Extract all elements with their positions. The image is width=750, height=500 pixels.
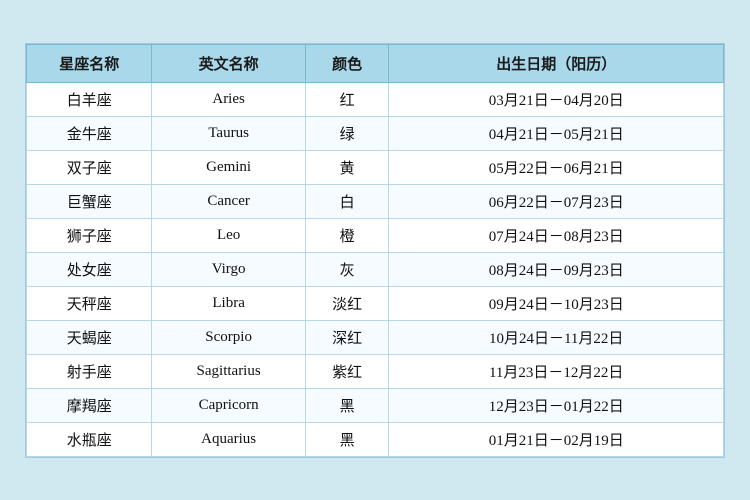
cell-color: 橙 xyxy=(305,218,389,252)
cell-date: 10月24日－11月22日 xyxy=(389,320,724,354)
header-zh-name: 星座名称 xyxy=(27,44,152,82)
table-row: 摩羯座Capricorn黑12月23日－01月22日 xyxy=(27,388,724,422)
cell-date: 08月24日－09月23日 xyxy=(389,252,724,286)
table-row: 双子座Gemini黄05月22日－06月21日 xyxy=(27,150,724,184)
header-color: 颜色 xyxy=(305,44,389,82)
cell-color: 黑 xyxy=(305,388,389,422)
cell-color: 白 xyxy=(305,184,389,218)
cell-color: 紫红 xyxy=(305,354,389,388)
table-row: 水瓶座Aquarius黑01月21日－02月19日 xyxy=(27,422,724,456)
table-row: 巨蟹座Cancer白06月22日－07月23日 xyxy=(27,184,724,218)
cell-en-name: Scorpio xyxy=(152,320,305,354)
table-row: 射手座Sagittarius紫红11月23日－12月22日 xyxy=(27,354,724,388)
header-en-name: 英文名称 xyxy=(152,44,305,82)
cell-zh-name: 狮子座 xyxy=(27,218,152,252)
cell-date: 01月21日－02月19日 xyxy=(389,422,724,456)
cell-zh-name: 天秤座 xyxy=(27,286,152,320)
cell-en-name: Sagittarius xyxy=(152,354,305,388)
table-row: 处女座Virgo灰08月24日－09月23日 xyxy=(27,252,724,286)
table-row: 天秤座Libra淡红09月24日－10月23日 xyxy=(27,286,724,320)
table-row: 狮子座Leo橙07月24日－08月23日 xyxy=(27,218,724,252)
table-row: 金牛座Taurus绿04月21日－05月21日 xyxy=(27,116,724,150)
cell-date: 06月22日－07月23日 xyxy=(389,184,724,218)
cell-en-name: Libra xyxy=(152,286,305,320)
table-row: 天蝎座Scorpio深红10月24日－11月22日 xyxy=(27,320,724,354)
zodiac-table-container: 星座名称 英文名称 颜色 出生日期（阳历） 白羊座Aries红03月21日－04… xyxy=(25,43,725,458)
cell-en-name: Aries xyxy=(152,82,305,116)
cell-zh-name: 射手座 xyxy=(27,354,152,388)
cell-date: 05月22日－06月21日 xyxy=(389,150,724,184)
cell-en-name: Virgo xyxy=(152,252,305,286)
header-date: 出生日期（阳历） xyxy=(389,44,724,82)
cell-date: 04月21日－05月21日 xyxy=(389,116,724,150)
cell-zh-name: 摩羯座 xyxy=(27,388,152,422)
cell-zh-name: 巨蟹座 xyxy=(27,184,152,218)
cell-en-name: Capricorn xyxy=(152,388,305,422)
cell-en-name: Leo xyxy=(152,218,305,252)
table-row: 白羊座Aries红03月21日－04月20日 xyxy=(27,82,724,116)
cell-date: 09月24日－10月23日 xyxy=(389,286,724,320)
cell-color: 黄 xyxy=(305,150,389,184)
table-body: 白羊座Aries红03月21日－04月20日金牛座Taurus绿04月21日－0… xyxy=(27,82,724,456)
cell-zh-name: 双子座 xyxy=(27,150,152,184)
cell-color: 绿 xyxy=(305,116,389,150)
cell-zh-name: 处女座 xyxy=(27,252,152,286)
cell-en-name: Cancer xyxy=(152,184,305,218)
cell-zh-name: 金牛座 xyxy=(27,116,152,150)
table-header-row: 星座名称 英文名称 颜色 出生日期（阳历） xyxy=(27,44,724,82)
cell-color: 深红 xyxy=(305,320,389,354)
cell-en-name: Aquarius xyxy=(152,422,305,456)
cell-color: 淡红 xyxy=(305,286,389,320)
cell-zh-name: 天蝎座 xyxy=(27,320,152,354)
cell-color: 灰 xyxy=(305,252,389,286)
cell-zh-name: 水瓶座 xyxy=(27,422,152,456)
cell-en-name: Taurus xyxy=(152,116,305,150)
cell-color: 红 xyxy=(305,82,389,116)
cell-zh-name: 白羊座 xyxy=(27,82,152,116)
cell-date: 03月21日－04月20日 xyxy=(389,82,724,116)
cell-date: 07月24日－08月23日 xyxy=(389,218,724,252)
cell-date: 12月23日－01月22日 xyxy=(389,388,724,422)
cell-en-name: Gemini xyxy=(152,150,305,184)
cell-date: 11月23日－12月22日 xyxy=(389,354,724,388)
zodiac-table: 星座名称 英文名称 颜色 出生日期（阳历） 白羊座Aries红03月21日－04… xyxy=(26,44,724,457)
cell-color: 黑 xyxy=(305,422,389,456)
